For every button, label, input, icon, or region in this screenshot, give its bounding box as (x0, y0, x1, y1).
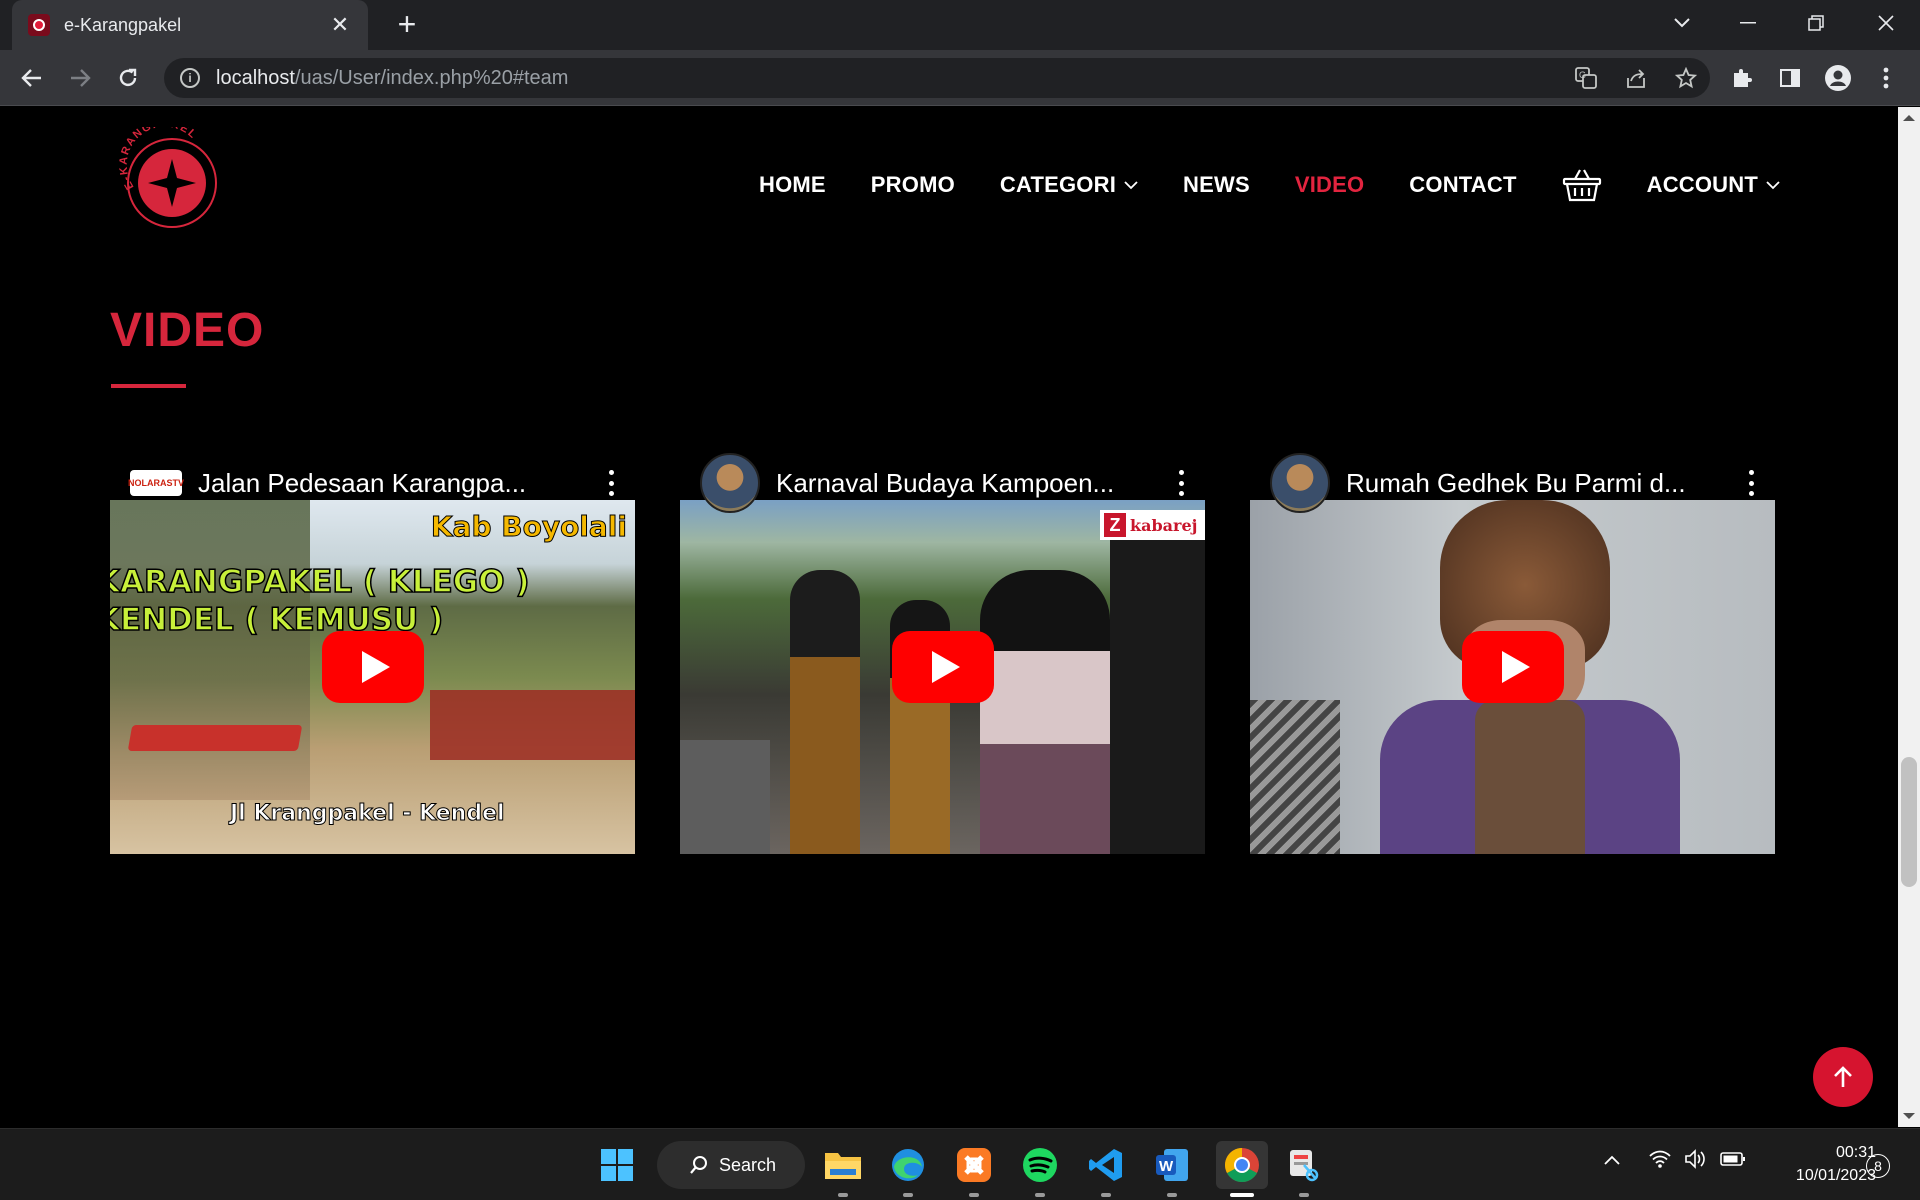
arrow-up-icon (1834, 1066, 1852, 1087)
svg-text:G: G (1579, 70, 1586, 80)
taskbar-search-label: Search (719, 1154, 777, 1175)
back-arrow-icon[interactable] (14, 60, 50, 96)
thumbnail-caption-region: Kab Boyolali (430, 510, 627, 544)
browser-tab[interactable]: e-Karangpakel ✕ (12, 0, 368, 50)
chevron-down-icon (1766, 180, 1780, 189)
close-tab-icon[interactable]: ✕ (328, 12, 352, 38)
url-path: /uas/User/index.php%20#team (294, 66, 569, 89)
close-window-button[interactable] (1852, 0, 1920, 46)
title-underline (111, 384, 186, 388)
channel-avatar[interactable] (1270, 453, 1330, 513)
site-logo[interactable]: E-KARANGPAKEL (118, 118, 222, 231)
play-button[interactable] (322, 631, 424, 703)
video-title[interactable]: Jalan Pedesaan Karangpa... (198, 468, 577, 499)
main-navigation: HOME PROMO CATEGORI NEWS VIDEO CONTACT A… (759, 167, 1780, 203)
side-panel-icon[interactable] (1774, 62, 1806, 94)
play-button[interactable] (1462, 631, 1564, 703)
site-favicon-icon (28, 14, 50, 36)
nav-account-label: ACCOUNT (1646, 172, 1758, 197)
translate-icon[interactable]: G (1574, 66, 1598, 90)
scroll-down-arrow-icon[interactable] (1903, 1113, 1915, 1119)
nav-contact[interactable]: CONTACT (1409, 172, 1516, 198)
cart-button[interactable] (1562, 167, 1602, 203)
video-header: Karnaval Budaya Kampoen... (680, 453, 1205, 513)
nav-categori[interactable]: CATEGORI (1000, 172, 1138, 198)
nav-promo[interactable]: PROMO (871, 172, 955, 198)
video-embed-3[interactable]: Rumah Gedhek Bu Parmi d... (1250, 453, 1775, 854)
xampp-icon[interactable] (952, 1143, 996, 1197)
windows-start-icon[interactable] (595, 1143, 639, 1187)
taskbar-search[interactable]: Search (657, 1141, 805, 1189)
video-title[interactable]: Karnaval Budaya Kampoen... (776, 468, 1147, 499)
restore-button[interactable] (1782, 0, 1850, 46)
taskbar-clock[interactable]: 00:31 10/01/2023 (1758, 1141, 1876, 1187)
clock-date: 10/01/2023 (1795, 1167, 1876, 1184)
svg-text:W: W (1159, 1158, 1174, 1175)
clock-time: 00:31 (1835, 1144, 1876, 1161)
edge-browser-icon[interactable] (886, 1143, 930, 1197)
section-title: VIDEO (110, 304, 265, 357)
play-button[interactable] (892, 631, 994, 703)
nav-news[interactable]: NEWS (1183, 172, 1250, 198)
channel-avatar[interactable] (700, 453, 760, 513)
search-icon (690, 1156, 707, 1174)
more-options-icon[interactable] (1747, 470, 1755, 496)
site-info-icon[interactable]: i (180, 68, 200, 88)
browser-toolbar: i localhost/uas/User/index.php%20#team G (0, 50, 1920, 106)
more-options-icon[interactable] (1177, 470, 1185, 496)
video-header: NOLARASTV Jalan Pedesaan Karangpa... (110, 453, 635, 513)
extensions-puzzle-icon[interactable] (1726, 62, 1758, 94)
spotify-icon[interactable] (1018, 1143, 1062, 1197)
nav-home[interactable]: HOME (759, 172, 826, 198)
volume-icon[interactable] (1684, 1149, 1708, 1174)
chevron-down-icon (1124, 180, 1138, 189)
nav-video[interactable]: VIDEO (1295, 172, 1364, 198)
vscode-icon[interactable] (1084, 1143, 1128, 1197)
wifi-icon[interactable] (1648, 1149, 1672, 1174)
nav-categori-label: CATEGORI (999, 172, 1117, 197)
share-icon[interactable] (1624, 66, 1648, 90)
windows-taskbar: Search W 00:31 10/01/2023 8 (0, 1128, 1920, 1200)
page-scrollbar[interactable] (1898, 107, 1920, 1127)
url-host: localhost (216, 66, 295, 89)
minimize-button[interactable] (1714, 0, 1782, 46)
more-options-icon[interactable] (607, 470, 615, 496)
new-tab-button[interactable]: + (390, 8, 424, 42)
scrollbar-thumb[interactable] (1901, 757, 1917, 887)
video-embed-2[interactable]: Karnaval Budaya Kampoen... Z kabarej (680, 453, 1205, 854)
profile-avatar-icon[interactable] (1822, 62, 1854, 94)
tab-search-chevron-icon[interactable] (1648, 0, 1716, 46)
browser-tabbar: e-Karangpakel ✕ + (0, 0, 1920, 50)
address-bar[interactable]: i localhost/uas/User/index.php%20#team G (164, 58, 1710, 98)
shopping-basket-icon (1562, 169, 1601, 202)
show-hidden-icons-chevron-up-icon[interactable] (1603, 1153, 1621, 1171)
bookmark-star-icon[interactable] (1674, 66, 1698, 90)
snipping-tool-icon[interactable] (1282, 1143, 1326, 1197)
notification-badge[interactable]: 8 (1866, 1154, 1890, 1178)
file-explorer-icon[interactable] (821, 1143, 865, 1197)
scroll-up-arrow-icon[interactable] (1903, 115, 1915, 121)
video-embed-1[interactable]: NOLARASTV Jalan Pedesaan Karangpa... Kab… (110, 453, 635, 854)
video-header: Rumah Gedhek Bu Parmi d... (1250, 453, 1775, 513)
web-page: E-KARANGPAKEL HOME PROMO CATEGORI NEWS V… (0, 107, 1898, 1127)
tab-title: e-Karangpakel (64, 14, 182, 35)
channel-logo[interactable]: NOLARASTV (128, 470, 184, 496)
thumbnail-caption-line-1: KARANGPAKEL ( KLEGO ) (110, 563, 530, 601)
back-to-top-button[interactable] (1813, 1047, 1873, 1107)
battery-icon[interactable] (1720, 1151, 1746, 1172)
nav-account[interactable]: ACCOUNT (1647, 172, 1780, 198)
thumbnail-logo-text: kabarej (1130, 515, 1198, 535)
thumbnail-caption-street: Jl Krangpakel - Kendel (230, 801, 506, 827)
chrome-icon[interactable] (1216, 1141, 1268, 1197)
browser-menu-icon[interactable] (1870, 62, 1902, 94)
reload-icon[interactable] (110, 60, 146, 96)
video-title[interactable]: Rumah Gedhek Bu Parmi d... (1346, 468, 1717, 499)
forward-arrow-icon[interactable] (62, 60, 98, 96)
word-icon[interactable]: W (1150, 1143, 1194, 1197)
